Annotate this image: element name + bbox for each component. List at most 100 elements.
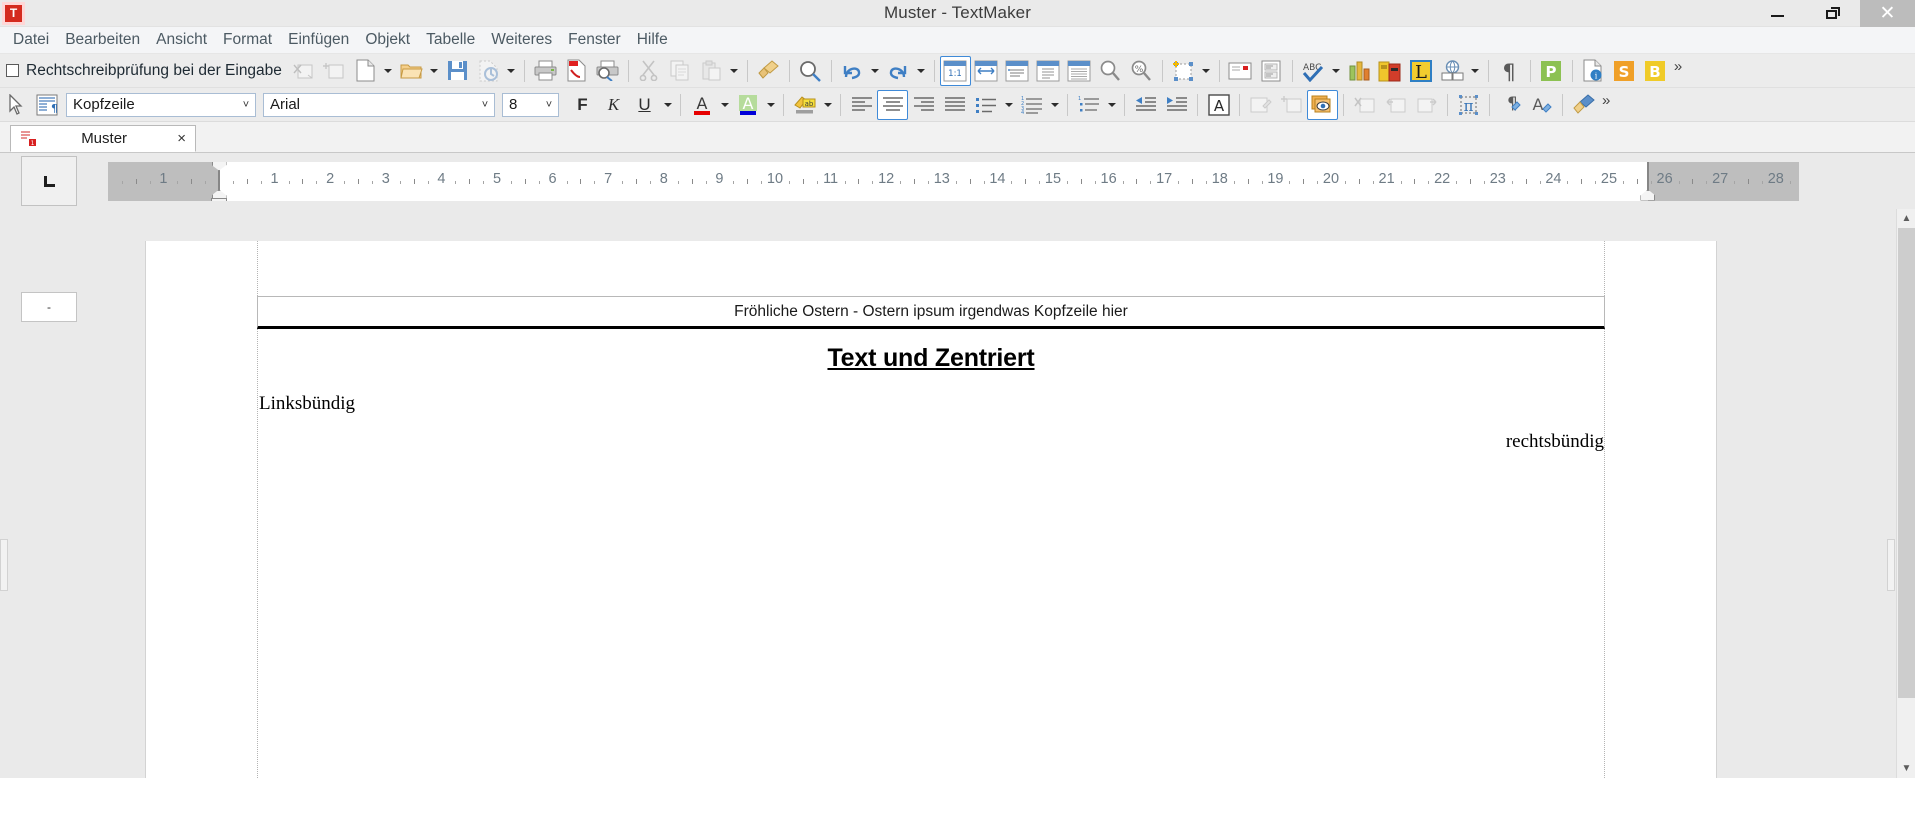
document-info-icon[interactable]: i: [1578, 56, 1609, 86]
close-icon[interactable]: ×: [177, 130, 186, 147]
character-painter-icon[interactable]: A: [1526, 90, 1557, 120]
bring-backward-icon[interactable]: [1380, 90, 1411, 120]
print-preview-icon[interactable]: [592, 56, 623, 86]
left-split-handle[interactable]: [0, 539, 8, 591]
font-size-combo[interactable]: 8 ˅: [502, 92, 559, 117]
presentations-icon[interactable]: P: [1536, 56, 1567, 86]
menu-item-tabelle[interactable]: Tabelle: [418, 28, 483, 52]
redo-dropdown[interactable]: [914, 56, 929, 86]
style-painter-icon[interactable]: [1568, 90, 1599, 120]
redo-icon[interactable]: [883, 56, 914, 86]
scroll-up-icon[interactable]: ▲: [1897, 209, 1915, 228]
cut-icon[interactable]: [634, 56, 665, 86]
show-formatting-marks-icon[interactable]: ¶: [1494, 56, 1525, 86]
bold-button[interactable]: F: [567, 90, 598, 120]
chart-icon[interactable]: [1344, 56, 1375, 86]
menu-item-hilfe[interactable]: Hilfe: [629, 28, 676, 52]
minimize-button[interactable]: [1750, 0, 1805, 27]
outline-list-dropdown[interactable]: [1104, 90, 1119, 120]
align-justify-icon[interactable]: [939, 90, 970, 120]
envelope-icon[interactable]: [1225, 56, 1256, 86]
marker-pen-dropdown[interactable]: [820, 90, 835, 120]
lexicon-icon[interactable]: L: [1406, 56, 1437, 86]
insert-object-icon[interactable]: [1168, 56, 1199, 86]
outline-list-icon[interactable]: 1: [1073, 90, 1104, 120]
fit-width-icon[interactable]: [971, 56, 1002, 86]
copy-icon[interactable]: [665, 56, 696, 86]
chevron-down-icon[interactable]: ˅: [476, 99, 494, 111]
right-split-handle[interactable]: [1887, 539, 1895, 591]
open-folder-dropdown[interactable]: [427, 56, 442, 86]
menu-item-format[interactable]: Format: [215, 28, 280, 52]
planmaker-icon[interactable]: S: [1609, 56, 1640, 86]
one-page-icon[interactable]: [1033, 56, 1064, 86]
page-header-area[interactable]: Fröhliche Ostern - Ostern ipsum irgendwa…: [257, 296, 1605, 329]
underline-dropdown[interactable]: [660, 90, 675, 120]
hanging-indent-bar[interactable]: [211, 197, 227, 201]
menu-item-bearbeiten[interactable]: Bearbeiten: [57, 28, 148, 52]
main-toolbar-overflow-button[interactable]: »: [1674, 58, 1682, 75]
document-tab-muster[interactable]: 1 Muster ×: [10, 125, 196, 152]
tab-stop-type-button[interactable]: [21, 156, 77, 206]
italic-button[interactable]: K: [598, 90, 629, 120]
send-forward-icon[interactable]: [1411, 90, 1442, 120]
spellcheck-while-typing-checkbox[interactable]: Rechtschreibprüfung bei der Eingabe: [0, 62, 288, 80]
web-dictionary-icon[interactable]: [1437, 56, 1468, 86]
paragraph-properties-icon[interactable]: ¶: [31, 90, 62, 120]
menu-item-datei[interactable]: Datei: [5, 28, 57, 52]
search-icon[interactable]: [795, 56, 826, 86]
font-name-combo[interactable]: Arial ˅: [263, 92, 495, 117]
restore-document-dropdown[interactable]: [504, 56, 519, 86]
align-left-icon[interactable]: [846, 90, 877, 120]
new-document-dropdown[interactable]: [381, 56, 396, 86]
edit-object-icon[interactable]: [1245, 90, 1276, 120]
text-frame-icon[interactable]: A: [1203, 90, 1234, 120]
show-objects-icon[interactable]: [1307, 89, 1338, 120]
numbered-list-icon[interactable]: 1234: [1016, 90, 1047, 120]
two-page-icon[interactable]: [1064, 56, 1095, 86]
chevron-down-icon[interactable]: ˅: [237, 99, 255, 111]
undo-dropdown[interactable]: [868, 56, 883, 86]
spellcheck-abc-icon[interactable]: ABC: [1298, 56, 1329, 86]
insert-object-dropdown[interactable]: [1199, 56, 1214, 86]
highlight-color-dropdown[interactable]: [763, 90, 778, 120]
paste-icon[interactable]: [696, 56, 727, 86]
basic-icon[interactable]: B: [1640, 56, 1671, 86]
select-objects-icon[interactable]: [0, 90, 31, 120]
menu-item-einfuegen[interactable]: Einfügen: [280, 28, 357, 52]
align-right-icon[interactable]: [908, 90, 939, 120]
open-folder-icon[interactable]: [396, 56, 427, 86]
decrease-indent-icon[interactable]: [1130, 90, 1161, 120]
align-center-icon[interactable]: [877, 89, 908, 120]
document-page[interactable]: Fröhliche Ostern - Ostern ipsum irgendwa…: [145, 241, 1717, 778]
close-button[interactable]: ✕: [1860, 0, 1915, 27]
paragraph-painter-icon[interactable]: ¶: [1495, 90, 1526, 120]
paragraph-style-combo[interactable]: Kopfzeile ˅: [66, 92, 256, 117]
export-pdf-icon[interactable]: [561, 56, 592, 86]
bullet-list-dropdown[interactable]: [1001, 90, 1016, 120]
menu-item-fenster[interactable]: Fenster: [560, 28, 629, 52]
save-icon[interactable]: [442, 56, 473, 86]
cut-note-icon[interactable]: [288, 56, 319, 86]
scroll-down-icon[interactable]: ▼: [1897, 759, 1915, 778]
bullet-list-icon[interactable]: [970, 90, 1001, 120]
zoom-in-icon[interactable]: [1095, 56, 1126, 86]
spellcheck-dropdown[interactable]: [1329, 56, 1344, 86]
right-aligned-paragraph[interactable]: rechtsbündig: [1506, 431, 1604, 453]
books-icon[interactable]: [1375, 56, 1406, 86]
numbered-list-dropdown[interactable]: [1047, 90, 1062, 120]
undo-icon[interactable]: [837, 56, 868, 86]
menu-item-ansicht[interactable]: Ansicht: [148, 28, 215, 52]
horizontal-ruler[interactable]: 1 1 2 3 4 5 6 7 8 9 10 11 12 13 14 15 16 17 18 19 20 21 22 23 24…: [108, 161, 1799, 201]
increase-indent-icon[interactable]: [1161, 90, 1192, 120]
menu-item-weiteres[interactable]: Weiteres: [483, 28, 560, 52]
formatting-toolbar-overflow-button[interactable]: »: [1602, 92, 1610, 109]
marker-pen-icon[interactable]: ab: [789, 90, 820, 120]
restore-button[interactable]: [1805, 0, 1860, 27]
format-painter-icon[interactable]: [753, 56, 784, 86]
document-heading[interactable]: Text und Zentriert: [257, 344, 1605, 373]
formula-icon[interactable]: π: [1453, 90, 1484, 120]
vertical-scrollbar[interactable]: ▲ ▼: [1896, 209, 1915, 778]
menu-item-objekt[interactable]: Objekt: [357, 28, 418, 52]
zoom-percent-icon[interactable]: %: [1126, 56, 1157, 86]
